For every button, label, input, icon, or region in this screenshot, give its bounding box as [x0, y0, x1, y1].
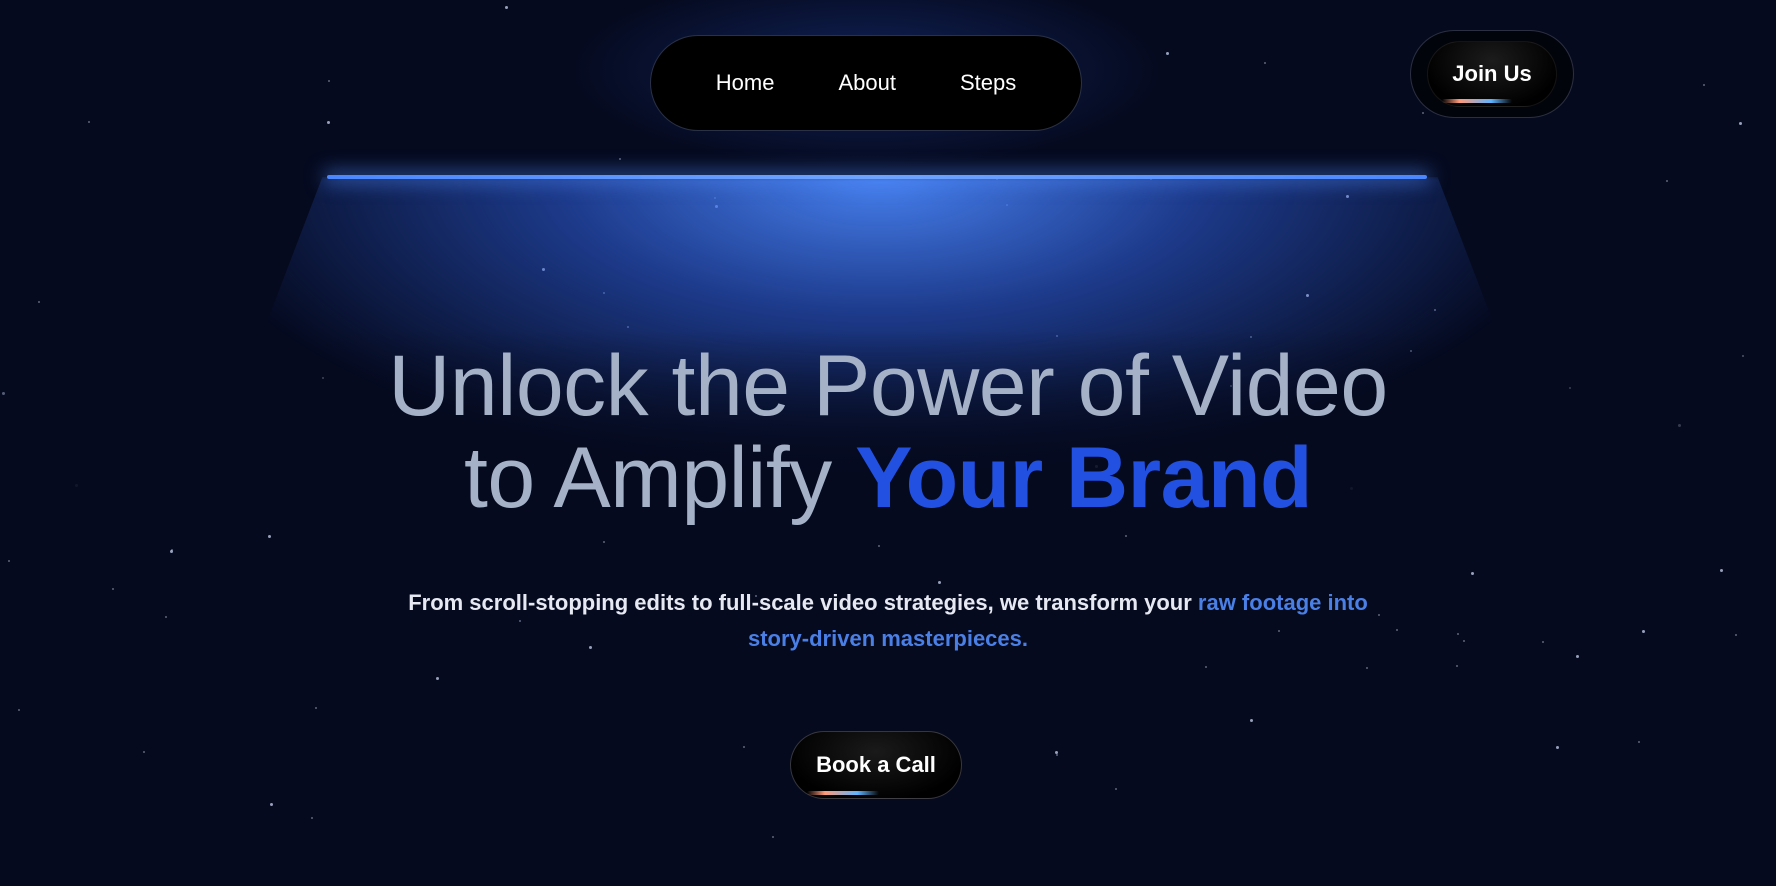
subtitle-highlight-1: raw footage into [1197, 590, 1368, 615]
star [1205, 666, 1207, 668]
join-us-label: Join Us [1452, 61, 1532, 86]
button-glint [807, 791, 879, 795]
hero-subtitle: From scroll-stopping edits to full-scale… [0, 585, 1776, 657]
star [878, 545, 880, 547]
star [171, 549, 173, 551]
subtitle-text: From scroll-stopping edits to full-scale… [408, 590, 1198, 615]
star [1720, 569, 1723, 572]
join-button-frame: Join Us [1410, 30, 1574, 118]
book-a-call-button[interactable]: Book a Call [790, 731, 962, 799]
star [505, 6, 508, 9]
star [1056, 754, 1058, 756]
star [327, 121, 330, 124]
star [1055, 751, 1058, 754]
main-nav: Home About Steps [650, 35, 1082, 131]
star [1166, 52, 1169, 55]
star [1456, 665, 1458, 667]
button-glint [1442, 99, 1512, 103]
book-a-call-label: Book a Call [816, 752, 936, 777]
star [772, 836, 774, 838]
star [938, 581, 941, 584]
star [143, 751, 145, 753]
star [18, 709, 20, 711]
star [38, 301, 40, 303]
star [88, 121, 90, 123]
star [1115, 788, 1117, 790]
nav-link-about[interactable]: About [838, 70, 896, 96]
star [311, 817, 313, 819]
star [1556, 746, 1559, 749]
star [1471, 572, 1474, 575]
nav-link-home[interactable]: Home [716, 70, 775, 96]
star [170, 550, 173, 553]
star [268, 535, 271, 538]
star [328, 80, 330, 82]
star [1264, 62, 1266, 64]
star [1250, 719, 1253, 722]
star [1638, 741, 1640, 743]
star [1703, 84, 1705, 86]
star [8, 560, 10, 562]
star [315, 707, 317, 709]
subtitle-highlight-2: story-driven masterpieces. [747, 626, 1029, 651]
headline-line-1: Unlock the Power of Video [388, 338, 1388, 434]
star [603, 541, 605, 543]
star [619, 158, 621, 160]
star [743, 746, 745, 748]
headline-accent: Your Brand [855, 430, 1313, 526]
hero-headline: Unlock the Power of Video to Amplify You… [0, 340, 1776, 524]
spotlight-bar [327, 175, 1427, 179]
star [1125, 535, 1127, 537]
star [436, 677, 439, 680]
headline-line-2: to Amplify [463, 430, 856, 526]
star [1739, 122, 1742, 125]
star [1422, 112, 1424, 114]
join-us-button[interactable]: Join Us [1427, 41, 1557, 107]
nav-link-steps[interactable]: Steps [960, 70, 1016, 96]
star [1666, 180, 1668, 182]
star [1366, 667, 1368, 669]
star [270, 803, 273, 806]
hero-page: Home About Steps Join Us Unlock the Powe… [0, 0, 1776, 886]
